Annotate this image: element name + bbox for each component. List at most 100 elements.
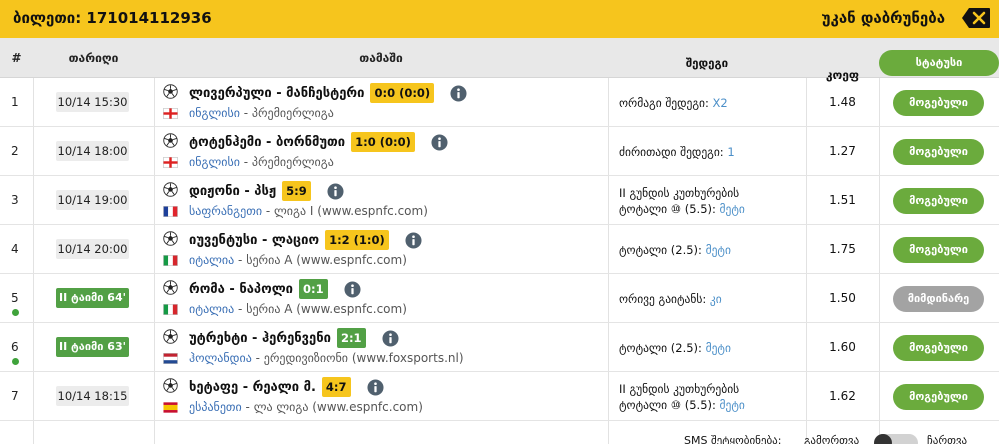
country-name[interactable]: ესპანეთი — [189, 400, 242, 414]
result-pick: მეტი — [705, 242, 731, 257]
status-badge: მიმდინარე — [893, 286, 984, 312]
match-name[interactable]: რომა - ნაპოლი — [189, 282, 293, 297]
league-line: ინგლისი - პრემიერლიგა — [189, 155, 334, 169]
soccer-ball-icon — [163, 182, 178, 197]
info-icon[interactable] — [327, 182, 344, 200]
match-time: 10/14 15:30 — [56, 92, 129, 112]
match-name[interactable]: იუვენტუსი - ლაციო — [189, 233, 319, 248]
match-time: 10/14 18:15 — [56, 386, 129, 406]
result-line-2: ორივე გაიტანს: კი — [619, 291, 804, 307]
country-name[interactable]: ინგლისი — [189, 155, 240, 169]
info-icon[interactable] — [405, 231, 422, 249]
score-badge: 4:7 — [321, 377, 351, 397]
soccer-ball-icon — [163, 133, 178, 148]
country-name[interactable]: იტალია — [189, 253, 234, 267]
match-name[interactable]: ტოტენჰემი - ბორნმუთი — [189, 135, 345, 150]
bet-result: II გუნდის კუთხურების ტოტალი ⑩ (5.5): მეტ… — [619, 372, 804, 421]
coefficient: 1.60 — [829, 340, 856, 354]
sms-off-label: გამორთვა — [804, 434, 860, 444]
table-row: 7 10/14 18:15 ხეტაფე - რეალი მ. 4:7 ესპა… — [0, 372, 999, 421]
score-badge: 1:0 (0:0) — [351, 132, 415, 152]
ticket-number: ბილეთი: 171014112936 — [13, 9, 212, 27]
country-name[interactable]: ინგლისი — [189, 106, 240, 120]
match-line: უტრეხტი - ჰერენვენი 2:1 — [189, 328, 399, 348]
league-line: ინგლისი - პრემიერლიგა — [189, 106, 334, 120]
info-icon[interactable] — [450, 84, 467, 102]
soccer-ball-icon — [163, 280, 178, 295]
match-time: II ტაიმი 63' — [56, 337, 129, 357]
score-badge: 2:1 — [336, 328, 366, 348]
coefficient: 1.62 — [829, 389, 856, 403]
match-name[interactable]: უტრეხტი - ჰერენვენი — [189, 331, 331, 346]
status-badge: მოგებული — [893, 384, 984, 410]
match-time: 10/14 20:00 — [56, 239, 129, 259]
result-line-2: ტოტალი (2.5): მეტი — [619, 340, 804, 356]
live-indicator-dot — [12, 358, 19, 365]
info-icon[interactable] — [382, 329, 399, 347]
info-icon[interactable] — [431, 133, 448, 151]
bet-result: ძირითადი შედეგი: 1 — [619, 127, 804, 176]
backspace-close-icon[interactable] — [961, 7, 991, 29]
bet-result: ტოტალი (2.5): მეტი — [619, 225, 804, 274]
row-number: 3 — [11, 193, 19, 207]
bet-result: ტოტალი (2.5): მეტი — [619, 323, 804, 372]
sms-toggle[interactable] — [874, 434, 918, 444]
england-flag-icon — [163, 108, 178, 119]
country-name[interactable]: ჰოლანდია — [189, 351, 252, 365]
match-name[interactable]: ხეტაფე - რეალი მ. — [189, 380, 316, 395]
row-number: 1 — [11, 95, 19, 109]
row-number: 5 — [11, 291, 19, 305]
result-market: ძირითადი შედეგი: — [619, 144, 728, 159]
bet-result: ორმაგი შედეგი: X2 — [619, 78, 804, 127]
result-pick: მეტი — [705, 340, 731, 355]
column-header-game: თამაში — [359, 51, 403, 65]
row-number: 4 — [11, 242, 19, 256]
result-pick: 1 — [727, 144, 735, 159]
result-market: ტოტალი ⑩ (5.5): — [619, 397, 720, 412]
result-market: ორმაგი შედეგი: — [619, 95, 713, 110]
result-market: ორივე გაიტანს: — [619, 291, 710, 306]
match-name[interactable]: დიჟონი - პსჟ — [189, 184, 276, 199]
match-line: იუვენტუსი - ლაციო 1:2 (1:0) — [189, 230, 422, 250]
soccer-ball-icon — [163, 378, 178, 393]
back-button-label[interactable]: უკან დაბრუნება — [822, 9, 945, 27]
result-line-1: II გუნდის კუთხურების — [619, 381, 740, 396]
league-name: - სერია A (www.espnfc.com) — [234, 302, 407, 316]
match-line: ტოტენჰემი - ბორნმუთი 1:0 (0:0) — [189, 132, 448, 152]
table-row: 4 10/14 20:00 იუვენტუსი - ლაციო 1:2 (1:0… — [0, 225, 999, 274]
result-line-2: ტოტალი ⑩ (5.5): მეტი — [619, 201, 804, 217]
table-row: 5 II ტაიმი 64' რომა - ნაპოლი 0:1 იტალია … — [0, 274, 999, 323]
netherlands-flag-icon — [163, 353, 178, 364]
score-badge: 0:1 — [299, 279, 328, 299]
coefficient: 1.48 — [829, 95, 856, 109]
result-pick: კი — [709, 291, 722, 306]
row-number: 6 — [11, 340, 19, 354]
country-name[interactable]: იტალია — [189, 302, 234, 316]
league-line: ჰოლანდია - ერედივიზიონი (www.foxsports.n… — [189, 351, 464, 365]
spain-flag-icon — [163, 402, 178, 413]
match-time: 10/14 19:00 — [56, 190, 129, 210]
status-badge: მოგებული — [893, 237, 984, 263]
result-market: ტოტალი (2.5): — [619, 242, 706, 257]
info-icon[interactable] — [366, 378, 384, 396]
ticket-header-bar: ბილეთი: 171014112936 უკან დაბრუნება — [0, 0, 999, 38]
status-badge: მოგებული — [893, 188, 984, 214]
sms-toggle-knob[interactable] — [874, 434, 892, 444]
france-flag-icon — [163, 206, 178, 217]
soccer-ball-icon — [163, 84, 178, 99]
table-header: # თარიღი თამაში შედეგი კოეფ სტატუსი — [0, 38, 999, 82]
match-line: ლივერპული - მანჩესტერი 0:0 (0:0) — [189, 83, 467, 103]
match-name[interactable]: ლივერპული - მანჩესტერი — [189, 86, 364, 101]
soccer-ball-icon — [163, 329, 178, 344]
info-icon[interactable] — [344, 280, 361, 298]
result-pick: X2 — [712, 95, 728, 110]
league-line: იტალია - სერია A (www.espnfc.com) — [189, 253, 407, 267]
coefficient: 1.51 — [829, 193, 856, 207]
league-name: - ლიგა I (www.espnfc.com) — [262, 204, 428, 218]
row-number: 7 — [11, 389, 19, 403]
bet-result: ორივე გაიტანს: კი — [619, 274, 804, 323]
table-row: 2 10/14 18:00 ტოტენჰემი - ბორნმუთი 1:0 (… — [0, 127, 999, 176]
league-line: საფრანგეთი - ლიგა I (www.espnfc.com) — [189, 204, 428, 218]
country-name[interactable]: საფრანგეთი — [189, 204, 262, 218]
match-time: II ტაიმი 64' — [56, 288, 129, 308]
